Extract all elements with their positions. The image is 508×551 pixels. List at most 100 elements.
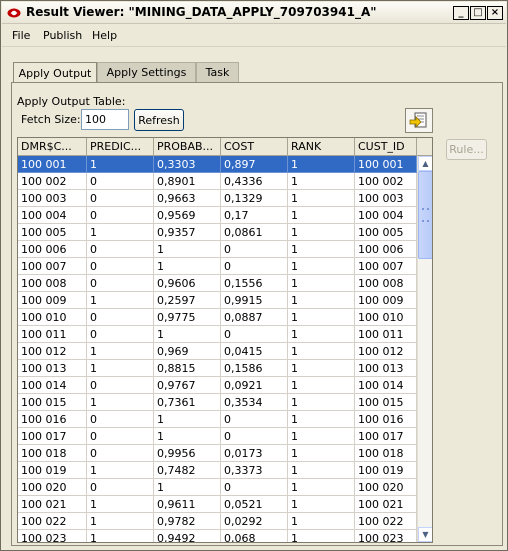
table-row[interactable]: 100 001 1 0,3303 0,897 1 100 001 [18,156,417,173]
cell-prediction: 1 [87,224,154,241]
rule-button[interactable]: Rule... [446,139,487,160]
table-row[interactable]: 100 013 1 0,8815 0,1586 1 100 013 [18,360,417,377]
table-row[interactable]: 100 020 0 1 0 1 100 020 [18,479,417,496]
cell-rank: 1 [288,309,355,326]
cell-cost: 0 [221,479,288,496]
cell-dmr: 100 007 [18,258,87,275]
cell-cust-id: 100 015 [355,394,417,411]
table-header: DMR$C... PREDIC... PROBAB... COST RANK C… [18,138,417,156]
cell-probability: 0,8901 [154,173,221,190]
cell-cust-id: 100 008 [355,275,417,292]
table-row[interactable]: 100 002 0 0,8901 0,4336 1 100 002 [18,173,417,190]
table-row[interactable]: 100 022 1 0,9782 0,0292 1 100 022 [18,513,417,530]
tab-apply-settings[interactable]: Apply Settings [97,62,196,82]
table-row[interactable]: 100 010 0 0,9775 0,0887 1 100 010 [18,309,417,326]
cell-probability: 0,9767 [154,377,221,394]
menu-file[interactable]: File [12,29,30,42]
cell-prediction: 1 [87,496,154,513]
cell-prediction: 0 [87,207,154,224]
cell-cust-id: 100 009 [355,292,417,309]
table-row[interactable]: 100 021 1 0,9611 0,0521 1 100 021 [18,496,417,513]
table-row[interactable]: 100 008 0 0,9606 0,1556 1 100 008 [18,275,417,292]
cell-cost: 0,3534 [221,394,288,411]
title-bar[interactable]: Result Viewer: "MINING_DATA_APPLY_709703… [2,2,506,24]
cell-dmr: 100 001 [18,156,87,173]
table-row[interactable]: 100 019 1 0,7482 0,3373 1 100 019 [18,462,417,479]
cell-probability: 0,3303 [154,156,221,173]
cell-rank: 1 [288,377,355,394]
cell-probability: 1 [154,326,221,343]
cell-cost: 0,897 [221,156,288,173]
scrollbar-thumb[interactable] [418,171,432,259]
tab-task[interactable]: Task [196,62,239,82]
cell-probability: 0,7361 [154,394,221,411]
cell-rank: 1 [288,496,355,513]
menu-help[interactable]: Help [92,29,117,42]
cell-probability: 1 [154,258,221,275]
cell-dmr: 100 018 [18,445,87,462]
cell-cost: 0,0292 [221,513,288,530]
column-header-rank[interactable]: RANK [288,138,355,156]
cell-prediction: 1 [87,462,154,479]
cell-cust-id: 100 022 [355,513,417,530]
export-button[interactable] [405,108,433,133]
close-icon: × [490,7,500,18]
table-row[interactable]: 100 012 1 0,969 0,0415 1 100 012 [18,343,417,360]
column-header-prediction[interactable]: PREDIC... [87,138,154,156]
cell-prediction: 1 [87,394,154,411]
cell-probability: 0,8815 [154,360,221,377]
table-row[interactable]: 100 009 1 0,2597 0,9915 1 100 009 [18,292,417,309]
cell-cost: 0,4336 [221,173,288,190]
cell-cost: 0 [221,411,288,428]
cell-cost: 0,17 [221,207,288,224]
cell-cost: 0,0173 [221,445,288,462]
cell-dmr: 100 003 [18,190,87,207]
minimize-button[interactable]: _ [453,6,469,20]
tab-apply-output[interactable]: Apply Output [13,62,97,83]
cell-dmr: 100 008 [18,275,87,292]
apply-output-table: DMR$C... PREDIC... PROBAB... COST RANK C… [17,137,433,543]
cell-cust-id: 100 001 [355,156,417,173]
cell-cust-id: 100 021 [355,496,417,513]
table-row[interactable]: 100 016 0 1 0 1 100 016 [18,411,417,428]
cell-cust-id: 100 007 [355,258,417,275]
table-row[interactable]: 100 006 0 1 0 1 100 006 [18,241,417,258]
table-row[interactable]: 100 014 0 0,9767 0,0921 1 100 014 [18,377,417,394]
cell-cust-id: 100 023 [355,530,417,542]
cell-cost: 0,1586 [221,360,288,377]
cell-rank: 1 [288,411,355,428]
table-row[interactable]: 100 015 1 0,7361 0,3534 1 100 015 [18,394,417,411]
menu-publish[interactable]: Publish [43,29,82,42]
column-header-cost[interactable]: COST [221,138,288,156]
fetch-size-input[interactable] [81,109,129,130]
cell-cost: 0,9915 [221,292,288,309]
table-row[interactable]: 100 023 1 0,9492 0,068 1 100 023 [18,530,417,542]
table-row[interactable]: 100 004 0 0,9569 0,17 1 100 004 [18,207,417,224]
table-row[interactable]: 100 017 0 1 0 1 100 017 [18,428,417,445]
cell-cost: 0,1556 [221,275,288,292]
column-header-probability[interactable]: PROBAB... [154,138,221,156]
vertical-scrollbar[interactable]: ▲ ▼ [417,156,432,542]
cell-rank: 1 [288,479,355,496]
close-button[interactable]: × [487,6,503,20]
cell-cost: 0 [221,428,288,445]
minimize-icon: _ [458,7,464,18]
cell-cust-id: 100 017 [355,428,417,445]
table-row[interactable]: 100 003 0 0,9663 0,1329 1 100 003 [18,190,417,207]
table-row[interactable]: 100 011 0 1 0 1 100 011 [18,326,417,343]
table-row[interactable]: 100 018 0 0,9956 0,0173 1 100 018 [18,445,417,462]
scroll-up-arrow-icon[interactable]: ▲ [418,156,432,171]
cell-dmr: 100 010 [18,309,87,326]
column-header-cust-id[interactable]: CUST_ID [355,138,417,156]
maximize-button[interactable]: □ [470,6,486,20]
cell-rank: 1 [288,190,355,207]
cell-cost: 0,0887 [221,309,288,326]
refresh-button[interactable]: Refresh [134,109,184,131]
scroll-down-arrow-icon[interactable]: ▼ [418,527,432,542]
cell-rank: 1 [288,292,355,309]
table-row[interactable]: 100 005 1 0,9357 0,0861 1 100 005 [18,224,417,241]
column-header-dmr[interactable]: DMR$C... [18,138,87,156]
table-row[interactable]: 100 007 0 1 0 1 100 007 [18,258,417,275]
cell-prediction: 0 [87,173,154,190]
cell-cust-id: 100 005 [355,224,417,241]
